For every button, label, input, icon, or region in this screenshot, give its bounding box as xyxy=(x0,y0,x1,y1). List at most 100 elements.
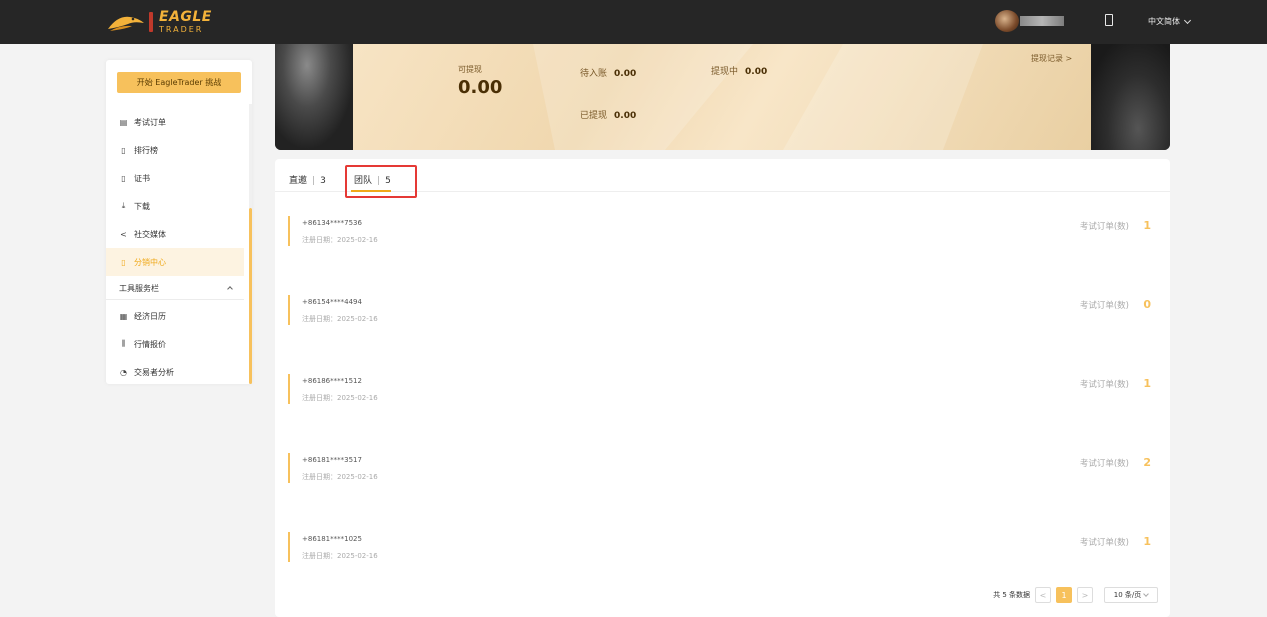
eagle-trader-logo[interactable]: EAGLE TRADER xyxy=(106,9,212,35)
member-phone: +86154****4494 xyxy=(302,298,362,306)
order-count: 0 xyxy=(1143,298,1151,311)
team-panel: 直邀 | 3 团队 | 5 +86134****7536 注册日期：2025-02-16… xyxy=(275,159,1170,617)
row-accent-bar xyxy=(288,532,290,562)
member-row[interactable]: +86186****1512 注册日期：2025-02-16 考试订单(数) 1 xyxy=(288,374,1157,404)
sidebar-item-label: 下载 xyxy=(134,201,150,211)
language-label: 中文简体 xyxy=(1148,17,1180,26)
pending-label: 待入账 xyxy=(580,69,608,79)
sidebar-item-distribution-center[interactable]: ▯ 分销中心 xyxy=(106,248,244,276)
logo-brand-text: EAGLE xyxy=(159,9,212,25)
notification-icon[interactable] xyxy=(1105,14,1113,26)
sidebar-item-leaderboard[interactable]: ▯ 排行榜 xyxy=(106,136,244,164)
order-count: 1 xyxy=(1143,377,1151,390)
tab-label: 团队 xyxy=(354,176,373,186)
sidebar-item-market-quotes[interactable]: ⫼ 行情报价 xyxy=(106,330,244,358)
language-selector[interactable]: 中文简体 xyxy=(1148,16,1192,27)
sidebar-item-download[interactable]: ⤓ 下载 xyxy=(106,192,244,220)
order-count-label: 考试订单(数) xyxy=(1079,301,1129,311)
clipboard-icon: ▤ xyxy=(119,117,128,127)
sidebar-item-label: 考试订单 xyxy=(134,117,166,127)
withdrawable-value: 0.00 xyxy=(458,77,503,98)
member-register-date: 注册日期：2025-02-16 xyxy=(302,552,378,560)
chevron-down-icon xyxy=(1183,16,1192,24)
tab-count: 3 xyxy=(320,176,326,186)
start-challenge-button[interactable]: 开始 EagleTrader 挑战 xyxy=(117,72,241,93)
chevron-up-icon xyxy=(227,286,233,292)
order-count-label: 考试订单(数) xyxy=(1079,459,1129,469)
row-accent-bar xyxy=(288,374,290,404)
calendar-icon: ▦ xyxy=(119,311,128,321)
pagination: 共 5 条数据 < 1 > 10 条/页 xyxy=(993,587,1158,603)
analysis-icon: ◔ xyxy=(120,367,127,377)
page-size-label: 10 条/页 xyxy=(1113,591,1142,599)
sidebar: 开始 EagleTrader 挑战 ▤ 考试订单 ▯ 排行榜 ▯ 证书 ⤓ 下载… xyxy=(106,60,252,384)
logo-sub-text: TRADER xyxy=(159,25,204,34)
order-count-label: 考试订单(数) xyxy=(1079,222,1129,232)
eagle-logo-icon xyxy=(106,11,146,33)
row-accent-bar xyxy=(288,216,290,246)
withdrawn-value: 0.00 xyxy=(614,111,637,121)
row-accent-bar xyxy=(288,453,290,483)
order-count: 1 xyxy=(1143,219,1151,232)
banner-decoration-right xyxy=(1090,44,1170,150)
member-register-date: 注册日期：2025-02-16 xyxy=(302,236,378,244)
member-phone: +86181****3517 xyxy=(302,456,362,464)
sidebar-item-exam-orders[interactable]: ▤ 考试订单 xyxy=(106,108,244,136)
tab-direct-invite[interactable]: 直邀 | 3 xyxy=(289,173,326,186)
next-page-button[interactable]: > xyxy=(1077,587,1093,603)
tools-group-header[interactable]: 工具服务栏 xyxy=(106,278,244,300)
member-row[interactable]: +86134****7536 注册日期：2025-02-16 考试订单(数) 1 xyxy=(288,216,1157,246)
withdrawal-record-link[interactable]: 提现记录 > xyxy=(1031,53,1072,64)
trophy-icon: ▯ xyxy=(121,145,126,155)
prev-page-button[interactable]: < xyxy=(1035,587,1051,603)
sidebar-item-economic-calendar[interactable]: ▦ 经济日历 xyxy=(106,302,244,330)
share-icon: < xyxy=(120,229,127,239)
tabs: 直邀 | 3 团队 | 5 xyxy=(275,159,1170,192)
top-navbar: EAGLE TRADER 中文简体 xyxy=(0,0,1267,44)
pending-stat: 待入账 0.00 xyxy=(580,66,636,79)
order-count: 1 xyxy=(1143,535,1151,548)
row-accent-bar xyxy=(288,295,290,325)
masked-username[interactable] xyxy=(1020,16,1064,26)
user-avatar[interactable] xyxy=(995,10,1019,32)
sidebar-item-label: 经济日历 xyxy=(134,311,166,321)
member-phone: +86134****7536 xyxy=(302,219,362,227)
sidebar-item-label: 行情报价 xyxy=(134,339,166,349)
sidebar-item-certificate[interactable]: ▯ 证书 xyxy=(106,164,244,192)
sidebar-item-label: 排行榜 xyxy=(134,145,158,155)
sidebar-scrollbar[interactable] xyxy=(249,208,252,384)
member-phone: +86181****1025 xyxy=(302,535,362,543)
pagination-total: 共 5 条数据 xyxy=(993,591,1030,599)
member-phone: +86186****1512 xyxy=(302,377,362,385)
withdrawn-label: 已提现 xyxy=(580,111,608,121)
pending-value: 0.00 xyxy=(614,69,637,79)
withdrawing-label: 提现中 xyxy=(711,67,739,77)
order-count: 2 xyxy=(1143,456,1151,469)
tab-team[interactable]: 团队 | 5 xyxy=(354,173,391,186)
member-row[interactable]: +86181****1025 注册日期：2025-02-16 考试订单(数) 1 xyxy=(288,532,1157,562)
member-row[interactable]: +86181****3517 注册日期：2025-02-16 考试订单(数) 2 xyxy=(288,453,1157,483)
download-icon: ⤓ xyxy=(121,201,126,210)
sidebar-item-social-media[interactable]: < 社交媒体 xyxy=(106,220,244,248)
banner-facet xyxy=(783,44,983,150)
tools-group-label: 工具服务栏 xyxy=(119,284,159,293)
sidebar-item-trader-analysis[interactable]: ◔ 交易者分析 xyxy=(106,358,244,386)
banner-decoration-left xyxy=(275,44,355,150)
earnings-card: 可提现 0.00 待入账 0.00 提现中 0.00 已提现 0.00 提现记录… xyxy=(353,44,1091,150)
sidebar-item-label: 社交媒体 xyxy=(134,229,166,239)
member-row[interactable]: +86154****4494 注册日期：2025-02-16 考试订单(数) 0 xyxy=(288,295,1157,325)
withdrawing-stat: 提现中 0.00 xyxy=(711,64,767,77)
page-size-select[interactable]: 10 条/页 xyxy=(1104,587,1158,603)
quote-icon: ⫼ xyxy=(121,339,126,348)
sidebar-item-label: 证书 xyxy=(134,173,150,183)
sidebar-item-label: 交易者分析 xyxy=(134,367,174,377)
page-number-button[interactable]: 1 xyxy=(1056,587,1072,603)
member-register-date: 注册日期：2025-02-16 xyxy=(302,394,378,402)
order-count-label: 考试订单(数) xyxy=(1079,380,1129,390)
earnings-banner: 可提现 0.00 待入账 0.00 提现中 0.00 已提现 0.00 提现记录… xyxy=(275,44,1170,150)
distribution-icon: ▯ xyxy=(121,257,126,267)
banner-facet xyxy=(533,44,753,150)
sidebar-item-label: 分销中心 xyxy=(134,257,166,267)
member-register-date: 注册日期：2025-02-16 xyxy=(302,315,378,323)
member-register-date: 注册日期：2025-02-16 xyxy=(302,473,378,481)
